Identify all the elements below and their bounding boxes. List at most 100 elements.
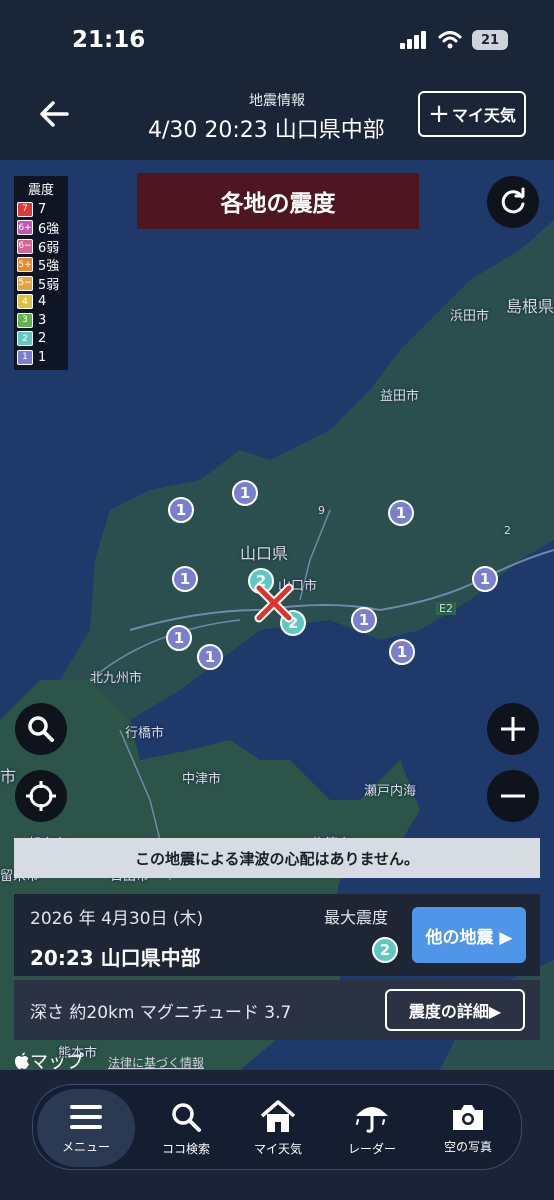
legend-swatch: 6− (17, 238, 33, 254)
signal-icon (400, 31, 426, 49)
legend-label: 6弱 (38, 240, 60, 256)
legend-row: 6+ 6強 (17, 219, 65, 238)
legend-row: 22 (17, 330, 65, 349)
page-title: 4/30 20:23 山口県中部 (148, 118, 385, 143)
route-9-sign: 9 (318, 504, 325, 517)
legal-link[interactable]: 法律に基づく情報 (108, 1054, 204, 1071)
place-left-city: 市 (0, 767, 17, 786)
earthquake-detail-card: 深さ 約20km マグニチュード 3.7 震度の詳細▶ (14, 980, 540, 1040)
add-my-weather-button[interactable]: + マイ天気 (418, 91, 526, 137)
place-yukuhashi: 行橋市 (125, 726, 165, 741)
legend-row: 5− 5弱 (17, 274, 65, 293)
event-title: 20:23 山口県中部 (30, 946, 201, 970)
legend-label: 5弱 (38, 277, 60, 293)
tab-menu[interactable]: メニュー (37, 1089, 135, 1167)
minus-icon (501, 794, 525, 798)
intensity-marker[interactable]: 1 (197, 644, 223, 670)
umbrella-icon (356, 1106, 388, 1133)
legend-label: 1 (38, 349, 47, 365)
tab-radar[interactable]: レーダー (323, 1085, 421, 1171)
crosshair-icon (26, 781, 56, 811)
maps-label: マップ (30, 1052, 84, 1073)
camera-icon (453, 1104, 483, 1130)
legend-swatch: 2 (17, 331, 33, 347)
tab-label: メニュー (61, 1139, 110, 1154)
place-hamada: 浜田市 (450, 309, 490, 324)
home-icon (260, 1099, 296, 1132)
event-date: 2026 年 4月30日 (木) (30, 909, 204, 929)
e2-sign: E2 (436, 602, 456, 615)
legend-title: 震度 (27, 183, 54, 198)
maps-attribution: マップ (14, 1048, 84, 1074)
intensity-marker[interactable]: 1 (388, 500, 414, 526)
place-masuda: 益田市 (380, 389, 420, 404)
tab-bar: メニュー ココ検索 マイ天気 レーダー 空の写真 (32, 1084, 522, 1170)
tab-search[interactable]: ココ検索 (137, 1085, 235, 1171)
tab-label: マイ天気 (253, 1141, 302, 1156)
legend-swatch: 7 (17, 201, 33, 217)
intensity-marker[interactable]: 1 (472, 566, 498, 592)
max-intensity-badge: 2 (372, 937, 398, 963)
header: 地震情報 4/30 20:23 山口県中部 + マイ天気 (0, 80, 554, 160)
tsunami-notice: この地震による津波の心配はありません。 (14, 838, 540, 878)
status-bar: 21:16 21 (0, 0, 554, 80)
locate-button[interactable] (15, 770, 67, 822)
legend-row: 5+ 5強 (17, 256, 65, 275)
legend-row: 11 (17, 348, 65, 367)
zoom-out-button[interactable] (487, 770, 539, 822)
legend-label: 6強 (38, 222, 60, 238)
search-map-button[interactable] (15, 703, 67, 755)
status-time: 21:16 (72, 27, 146, 53)
place-yamaguchi-pref: 山口県 (240, 544, 289, 563)
legend-label: 7 (38, 201, 47, 217)
menu-icon (70, 1104, 102, 1129)
intensity-marker[interactable]: 1 (168, 497, 194, 523)
legend-label: 5強 (38, 259, 60, 275)
legend-label: 4 (38, 294, 47, 310)
intensity-details-button[interactable]: 震度の詳細▶ (385, 989, 525, 1031)
place-nakatsu: 中津市 (182, 772, 222, 787)
intensity-marker[interactable]: 1 (232, 480, 258, 506)
legend-label: 2 (38, 331, 47, 347)
depth-magnitude: 深さ 約20km マグニチュード 3.7 (30, 1003, 292, 1023)
legend-row: 44 (17, 293, 65, 312)
refresh-icon (501, 187, 525, 214)
wifi-icon (438, 31, 462, 49)
apple-icon (15, 1052, 29, 1069)
tab-label: 空の写真 (443, 1139, 492, 1154)
search-icon (172, 1102, 201, 1132)
place-setonaikai: 瀬戸内海 (364, 784, 417, 799)
map-mode-banner: 各地の震度 (137, 173, 419, 229)
tab-sky-photo[interactable]: 空の写真 (419, 1085, 517, 1171)
tab-label: レーダー (347, 1141, 396, 1156)
legend-swatch: 1 (17, 349, 33, 365)
other-earthquakes-button[interactable]: 他の地震 ▶ (412, 907, 526, 963)
legend-swatch: 3 (17, 312, 33, 328)
legend-row: 6− 6弱 (17, 237, 65, 256)
place-shimane: 島根県 (506, 297, 554, 316)
place-kitakyushu: 北九州市 (90, 671, 143, 686)
max-intensity-label: 最大震度 (324, 908, 389, 927)
legend-row: 33 (17, 311, 65, 330)
legend-swatch: 4 (17, 294, 33, 310)
search-icon (28, 716, 54, 742)
zoom-in-button[interactable] (487, 703, 539, 755)
tab-my-weather[interactable]: マイ天気 (229, 1085, 327, 1171)
legend-row: 77 (17, 200, 65, 219)
route-2-sign: 2 (504, 524, 511, 537)
refresh-button[interactable] (487, 176, 539, 228)
intensity-marker[interactable]: 1 (166, 625, 192, 651)
add-my-weather-label: マイ天気 (451, 106, 516, 125)
legend-swatch: 5+ (17, 257, 33, 273)
intensity-legend: 震度 77 6+ 6強 6− 6弱 5+ 5強 5− 5弱 44 33 22 11 (14, 176, 68, 370)
tab-label: ココ検索 (161, 1141, 210, 1156)
intensity-marker[interactable]: 1 (172, 566, 198, 592)
status-icons: 21 (400, 30, 508, 50)
legend-swatch: 5− (17, 275, 33, 291)
epicenter-icon (254, 583, 294, 623)
legend-swatch: 6+ (17, 220, 33, 236)
battery-icon: 21 (472, 30, 508, 50)
intensity-marker[interactable]: 1 (351, 607, 377, 633)
intensity-marker[interactable]: 1 (389, 639, 415, 665)
plus-icon: + (428, 99, 450, 129)
